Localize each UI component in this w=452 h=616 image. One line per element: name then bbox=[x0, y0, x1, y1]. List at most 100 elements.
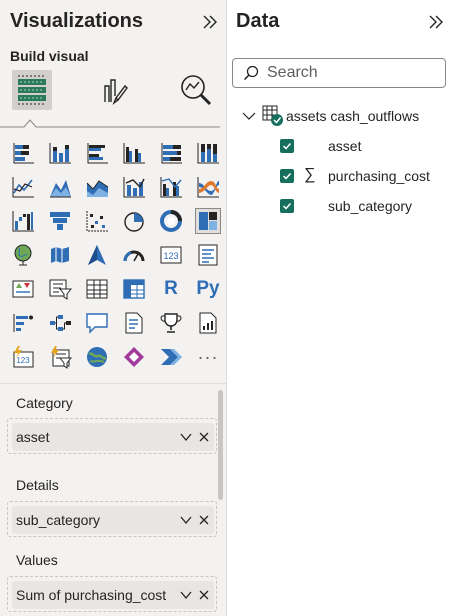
donut-chart-icon[interactable] bbox=[158, 208, 184, 234]
values-well[interactable]: Sum of purchasing_cost bbox=[7, 576, 217, 612]
category-well[interactable]: asset bbox=[7, 418, 217, 454]
waterfall-chart-icon[interactable] bbox=[10, 208, 36, 234]
checkbox-checked[interactable] bbox=[280, 169, 294, 183]
chevron-down-icon bbox=[180, 591, 192, 600]
azure-map-icon[interactable] bbox=[84, 242, 110, 268]
power-apps-diamond-icon[interactable] bbox=[121, 344, 147, 370]
card-icon[interactable]: 123 bbox=[158, 242, 184, 268]
qa-icon[interactable] bbox=[84, 310, 110, 336]
category-field-pill[interactable]: asset bbox=[12, 423, 214, 451]
ribbon-chart-icon[interactable] bbox=[195, 174, 221, 200]
smart-narrative-icon[interactable] bbox=[121, 310, 147, 336]
treemap-icon[interactable] bbox=[195, 208, 221, 234]
100-stacked-bar-chart-icon[interactable] bbox=[158, 140, 184, 166]
checkmark-icon bbox=[282, 172, 292, 180]
decomposition-tree-icon[interactable] bbox=[47, 310, 73, 336]
stacked-column-chart-icon[interactable] bbox=[47, 140, 73, 166]
build-visual-label: Build visual bbox=[10, 48, 89, 64]
data-title: Data bbox=[236, 10, 280, 32]
details-well-label: Details bbox=[16, 477, 59, 493]
stacked-bar-chart-icon[interactable] bbox=[10, 140, 36, 166]
build-visual-icon bbox=[18, 75, 46, 105]
visualizations-pane: Visualizations Build visual 123 R Py 123… bbox=[0, 0, 227, 616]
scatter-chart-icon[interactable] bbox=[84, 208, 110, 234]
visualizations-title: Visualizations bbox=[10, 10, 144, 32]
key-influencers-icon[interactable] bbox=[10, 310, 36, 336]
field-label: asset bbox=[328, 138, 362, 154]
line-chart-icon[interactable] bbox=[10, 174, 36, 200]
arcgis-map-icon[interactable] bbox=[84, 344, 110, 370]
table-icon[interactable] bbox=[84, 276, 110, 302]
table-node-assets-cash-outflows[interactable]: assets cash_outflows bbox=[242, 105, 452, 127]
clustered-column-chart-icon[interactable] bbox=[121, 140, 147, 166]
values-remove-button[interactable] bbox=[196, 587, 212, 603]
close-icon bbox=[199, 432, 209, 442]
wells-scrollbar[interactable] bbox=[218, 390, 223, 500]
funnel-chart-icon[interactable] bbox=[47, 208, 73, 234]
active-tab-indicator bbox=[0, 119, 220, 128]
kpi-icon[interactable] bbox=[10, 276, 36, 302]
metrics-icon[interactable] bbox=[158, 310, 184, 336]
pie-chart-icon[interactable] bbox=[121, 208, 147, 234]
python-visual-icon[interactable]: Py bbox=[195, 276, 221, 302]
collapse-data-button[interactable] bbox=[426, 12, 446, 32]
values-well-label: Values bbox=[16, 552, 58, 568]
details-remove-button[interactable] bbox=[196, 512, 212, 528]
close-icon bbox=[199, 515, 209, 525]
power-automate-flow-icon[interactable] bbox=[158, 344, 184, 370]
values-field-name: Sum of purchasing_cost bbox=[16, 587, 167, 603]
stacked-area-chart-icon[interactable] bbox=[84, 174, 110, 200]
chevron-down-icon bbox=[180, 516, 192, 525]
format-visual-tab[interactable] bbox=[94, 70, 134, 110]
format-visual-icon bbox=[104, 79, 128, 106]
line-and-stacked-column-icon[interactable] bbox=[121, 174, 147, 200]
build-visual-tab[interactable] bbox=[12, 70, 52, 110]
close-icon bbox=[199, 590, 209, 600]
category-field-name: asset bbox=[16, 429, 50, 445]
details-field-pill[interactable]: sub_category bbox=[12, 506, 214, 534]
search-input[interactable] bbox=[267, 64, 437, 82]
matrix-icon[interactable] bbox=[121, 276, 147, 302]
category-well-label: Category bbox=[16, 395, 73, 411]
checkbox-checked[interactable] bbox=[280, 139, 294, 153]
double-chevron-right-icon bbox=[203, 15, 217, 29]
checkbox-checked[interactable] bbox=[280, 199, 294, 213]
power-automate-icon[interactable] bbox=[47, 344, 73, 370]
details-expand-button[interactable] bbox=[178, 512, 194, 528]
paginated-report-icon[interactable] bbox=[195, 310, 221, 336]
filled-map-icon[interactable] bbox=[47, 242, 73, 268]
power-apps-icon[interactable]: 123 bbox=[10, 344, 36, 370]
data-search-box[interactable] bbox=[232, 58, 446, 88]
multi-row-card-icon[interactable] bbox=[195, 242, 221, 268]
area-chart-icon[interactable] bbox=[47, 174, 73, 200]
100-stacked-column-chart-icon[interactable] bbox=[195, 140, 221, 166]
category-remove-button[interactable] bbox=[196, 429, 212, 445]
values-field-pill[interactable]: Sum of purchasing_cost bbox=[12, 581, 214, 609]
field-row-asset[interactable]: asset bbox=[280, 136, 450, 158]
pane-divider bbox=[0, 383, 227, 384]
gauge-icon[interactable] bbox=[121, 242, 147, 268]
svg-text:123: 123 bbox=[16, 356, 30, 365]
chevron-down-icon bbox=[242, 112, 256, 120]
field-label: purchasing_cost bbox=[328, 168, 430, 184]
visual-mode-tabs bbox=[10, 70, 220, 114]
clustered-bar-chart-icon[interactable] bbox=[84, 140, 110, 166]
more-visuals-icon[interactable]: ··· bbox=[195, 344, 221, 370]
collapse-visualizations-button[interactable] bbox=[200, 12, 220, 32]
map-icon[interactable] bbox=[10, 242, 36, 268]
analytics-tab[interactable] bbox=[176, 70, 216, 110]
data-pane: Data assets cash_outflows asset ∑ purcha… bbox=[228, 0, 452, 616]
values-expand-button[interactable] bbox=[178, 587, 194, 603]
r-script-visual-icon[interactable]: R bbox=[158, 276, 184, 302]
double-chevron-right-icon bbox=[429, 15, 443, 29]
field-row-sub-category[interactable]: sub_category bbox=[280, 196, 450, 218]
field-row-purchasing-cost[interactable]: ∑ purchasing_cost bbox=[280, 166, 450, 188]
line-and-clustered-column-icon[interactable] bbox=[158, 174, 184, 200]
details-well[interactable]: sub_category bbox=[7, 501, 217, 537]
category-expand-button[interactable] bbox=[178, 429, 194, 445]
table-name: assets cash_outflows bbox=[286, 108, 420, 124]
analytics-icon bbox=[181, 75, 212, 106]
slicer-icon[interactable] bbox=[47, 276, 73, 302]
visualizations-header: Visualizations bbox=[10, 10, 220, 40]
chevron-down-icon bbox=[180, 433, 192, 442]
